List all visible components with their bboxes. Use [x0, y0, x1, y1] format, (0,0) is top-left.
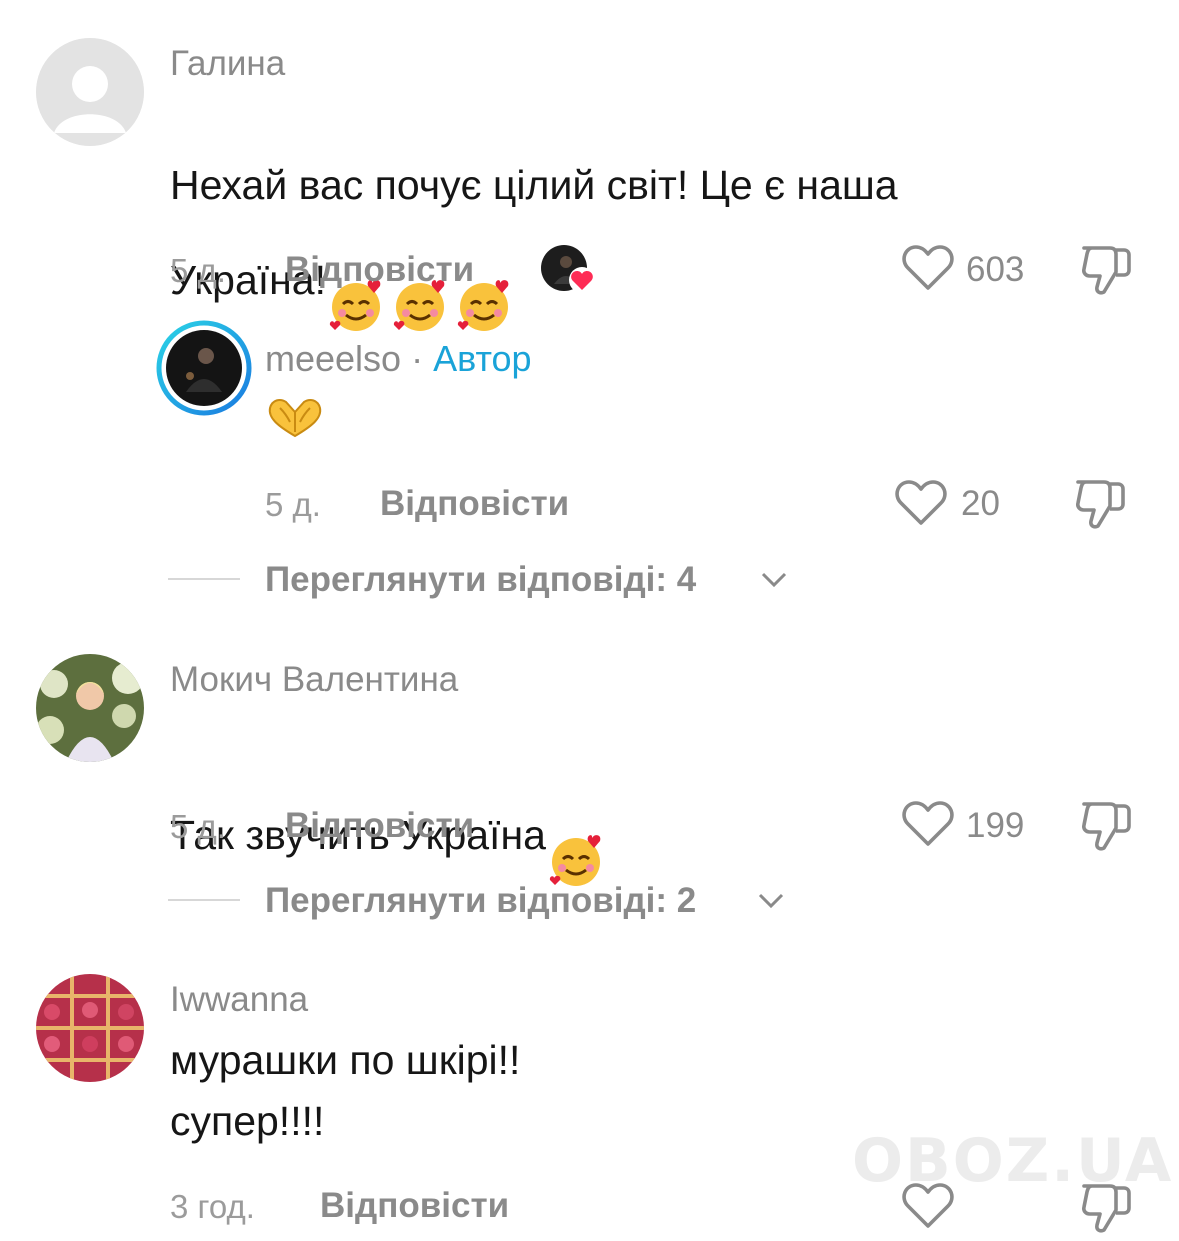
avatar[interactable] [36, 38, 144, 146]
dislike-icon[interactable] [1080, 242, 1134, 303]
author-avatar[interactable] [156, 320, 252, 416]
default-avatar-icon [36, 38, 144, 146]
reply-button[interactable]: Відповісти [380, 484, 569, 524]
creator-liked-badge [540, 244, 596, 296]
comment-time: 3 год. [170, 1188, 255, 1225]
like-count: 20 [961, 484, 1000, 523]
chevron-down-icon[interactable] [760, 570, 788, 595]
separator-dot: · [411, 338, 424, 379]
chevron-down-icon[interactable] [757, 891, 785, 916]
like-count: 603 [966, 250, 1025, 289]
comment-time: 5 д. [265, 486, 321, 523]
photo-avatar-raspberries-icon [36, 974, 144, 1082]
comment-username: meeelso · Автор [265, 338, 532, 380]
avatar[interactable] [36, 654, 144, 762]
dislike-icon[interactable] [1074, 476, 1128, 537]
dislike-icon[interactable] [1080, 1180, 1134, 1241]
like-heart-icon[interactable] [902, 244, 954, 297]
view-replies-button[interactable]: Переглянути відповіді: 2 [265, 881, 696, 921]
like-heart-icon[interactable] [895, 479, 947, 532]
reply-button[interactable]: Відповісти [320, 1186, 509, 1226]
author-username[interactable]: meeelso [265, 338, 401, 379]
heart-hands-emoji-icon [266, 396, 324, 445]
reply-button[interactable]: Відповісти [285, 250, 474, 290]
comment-username[interactable]: Iwwanna [170, 980, 308, 1020]
comment-username[interactable]: Галина [170, 44, 285, 84]
comment-time: 5 д. [170, 252, 226, 289]
comment-text-content: Нехай вас почує цілий світ! Це є наша Ук… [170, 162, 898, 303]
view-replies-divider [168, 899, 240, 901]
comment-text: Нехай вас почує цілий світ! Це є наша Ук… [170, 94, 1070, 350]
like-count: 199 [966, 806, 1025, 845]
author-badge: Автор [433, 338, 532, 379]
like-heart-icon[interactable] [902, 800, 954, 853]
view-replies-button[interactable]: Переглянути відповіді: 4 [265, 560, 696, 600]
comment-time: 5 д. [170, 808, 226, 845]
view-replies-divider [168, 578, 240, 580]
photo-avatar-flowers-icon [36, 654, 144, 762]
reply-button[interactable]: Відповісти [285, 806, 474, 846]
comment-username[interactable]: Мокич Валентина [170, 660, 458, 700]
dislike-icon[interactable] [1080, 798, 1134, 859]
avatar[interactable] [36, 974, 144, 1082]
like-heart-icon[interactable] [902, 1182, 954, 1235]
